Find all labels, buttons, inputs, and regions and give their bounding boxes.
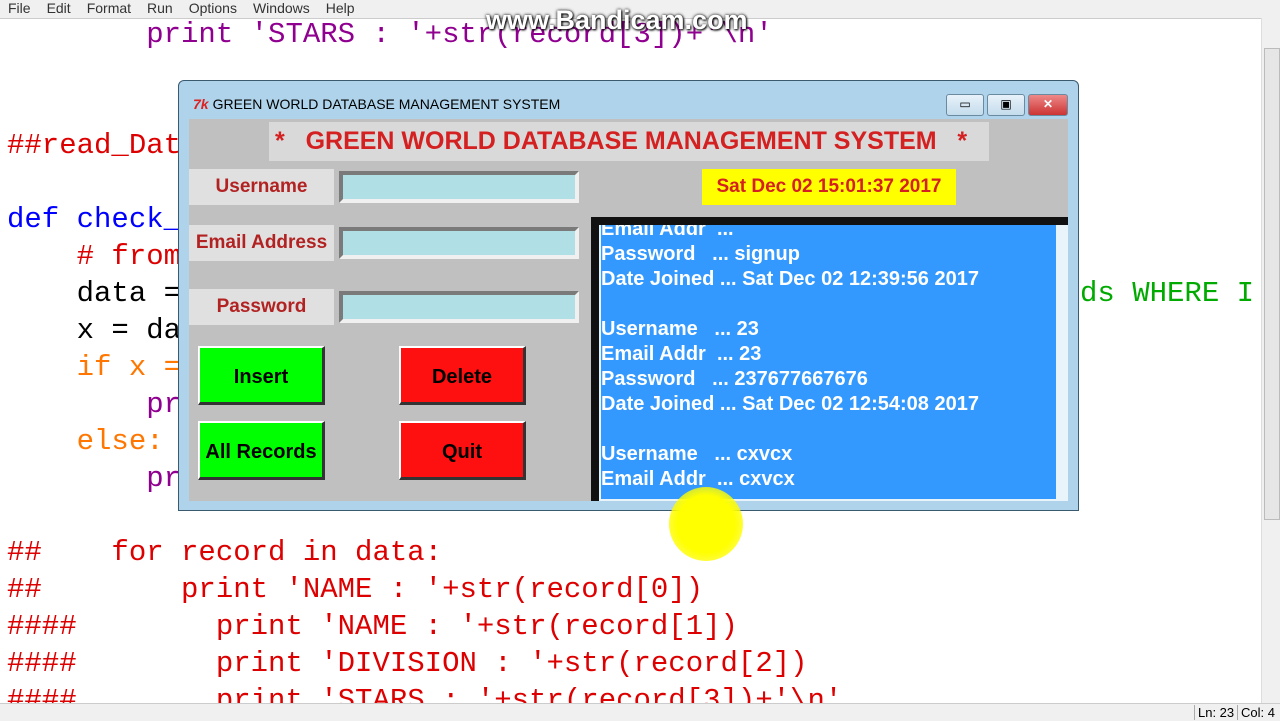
maximize-button[interactable]: ▣ [987, 94, 1025, 116]
list-item: Password ... 237677667676 [601, 368, 868, 390]
code-line: #### print 'DIVISION : '+str(record[2]) [7, 647, 808, 680]
close-button[interactable]: ✕ [1028, 94, 1068, 116]
email-input[interactable] [339, 227, 579, 259]
password-input[interactable] [339, 291, 579, 323]
vertical-scrollbar[interactable] [1261, 18, 1280, 703]
cursor-highlight [669, 487, 743, 561]
password-label: Password [189, 289, 334, 325]
list-item: Password ... signup [601, 243, 800, 265]
username-label: Username [189, 169, 334, 205]
all-records-button[interactable]: All Records [198, 421, 325, 480]
email-label: Email Address [189, 225, 334, 261]
app-heading-text: * GREEN WORLD DATABASE MANAGEMENT SYSTEM… [275, 127, 968, 155]
list-item [601, 417, 1056, 442]
dialog-body: * GREEN WORLD DATABASE MANAGEMENT SYSTEM… [189, 119, 1068, 501]
list-item: Email Addr ... cxvcx [601, 468, 795, 490]
dialog-window: 7k GREEN WORLD DATABASE MANAGEMENT SYSTEM… [178, 80, 1079, 511]
records-listbox-frame: Email Addr ... Password ... signup Date … [591, 217, 1068, 501]
list-item: Email Addr ... [601, 225, 734, 240]
dialog-titlebar: 7k GREEN WORLD DATABASE MANAGEMENT SYSTEM [193, 96, 560, 112]
delete-button[interactable]: Delete [399, 346, 526, 405]
quit-button[interactable]: Quit [399, 421, 526, 480]
insert-button[interactable]: Insert [198, 346, 325, 405]
code-fragment: ds WHERE I [1080, 277, 1255, 310]
code-line: ## print 'NAME : '+str(record[0]) [7, 573, 704, 606]
records-listbox[interactable]: Email Addr ... Password ... signup Date … [601, 225, 1056, 499]
list-item: Date Joined ... Sat Dec 02 12:54:08 2017 [601, 393, 979, 415]
code-line: #### print 'NAME : '+str(record[1]) [7, 610, 738, 643]
minimize-button[interactable]: ▭ [946, 94, 984, 116]
dialog-title: GREEN WORLD DATABASE MANAGEMENT SYSTEM [212, 96, 561, 112]
list-item: Username ... 23 [601, 318, 759, 340]
tk-icon: 7k [193, 96, 209, 112]
list-item: Username ... cxvcx [601, 443, 793, 465]
status-bar: Ln: 23 Col: 4 [0, 703, 1280, 721]
datetime-label: Sat Dec 02 15:01:37 2017 [702, 169, 956, 205]
line-number: Ln: 23 [1194, 705, 1237, 720]
app-heading: * GREEN WORLD DATABASE MANAGEMENT SYSTEM… [269, 122, 989, 161]
username-input[interactable] [339, 171, 579, 203]
list-item: Email Addr ... 23 [601, 343, 762, 365]
watermark: www.Bandicam.com [486, 5, 748, 35]
column-number: Col: 4 [1237, 705, 1278, 720]
scrollbar-thumb[interactable] [1264, 48, 1280, 520]
list-item [601, 292, 1056, 317]
list-item: Date Joined ... Sat Dec 02 12:39:56 2017 [601, 268, 979, 290]
